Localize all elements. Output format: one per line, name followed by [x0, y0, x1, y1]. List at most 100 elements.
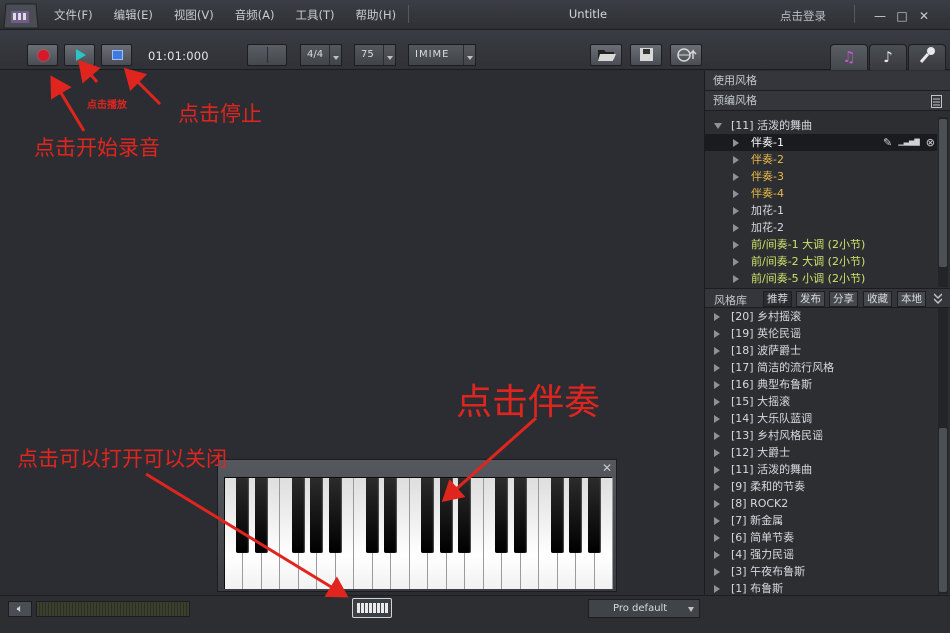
black-key[interactable]: [384, 478, 398, 553]
keyboard-icon-bar: [373, 603, 376, 613]
library-item[interactable]: [13] 乡村风格民谣: [705, 427, 937, 444]
preset-styles-header: 预编风格: [705, 91, 950, 111]
volume-meter[interactable]: [36, 601, 190, 617]
tab-style[interactable]: ♫: [830, 44, 868, 70]
library-item[interactable]: [20] 乡村摇滚: [705, 308, 937, 325]
toolbar: 01:01:000 4/4 75 IMIME ♫ ♪: [0, 30, 950, 70]
style-item[interactable]: 伴奏-2: [705, 151, 937, 168]
menu-audio[interactable]: 音频(A): [235, 7, 275, 23]
black-key[interactable]: [458, 478, 472, 553]
metronome-button[interactable]: [247, 44, 287, 66]
library-item[interactable]: [6] 简单节奏: [705, 529, 937, 546]
stop-annotation: 点击停止: [178, 102, 262, 126]
preset-select[interactable]: Pro default: [588, 599, 700, 618]
tab-favorite[interactable]: 收藏: [863, 291, 892, 307]
black-key[interactable]: [365, 478, 379, 553]
black-key[interactable]: [291, 478, 305, 553]
input-method-select[interactable]: IMIME: [408, 44, 476, 66]
black-key[interactable]: [310, 478, 324, 553]
black-key[interactable]: [495, 478, 509, 553]
tab-vocal[interactable]: [908, 44, 946, 70]
time-signature-select[interactable]: 4/4: [300, 44, 342, 66]
library-item[interactable]: [9] 柔和的节奏: [705, 478, 937, 495]
black-key[interactable]: [513, 478, 527, 553]
document-icon[interactable]: [931, 95, 942, 108]
black-key[interactable]: [236, 478, 250, 553]
library-scrollbar[interactable]: [938, 308, 948, 594]
library-item[interactable]: [3] 午夜布鲁斯: [705, 563, 937, 580]
menu-bar: 文件(F) 编辑(E) 视图(V) 音频(A) 工具(T) 帮助(H): [54, 7, 417, 23]
library-scrollbar-thumb[interactable]: [939, 428, 947, 592]
style-item[interactable]: 前/间奏-5 小调 (2小节): [705, 270, 937, 287]
library-item[interactable]: [19] 英伦民谣: [705, 325, 937, 342]
expand-icon: [714, 415, 720, 423]
library-item-label: [9] 柔和的节奏: [731, 480, 806, 493]
edit-icon[interactable]: ✎: [883, 134, 892, 151]
expand-icon: [733, 258, 739, 266]
style-item-label: 伴奏-4: [751, 187, 784, 200]
style-item[interactable]: 伴奏-1 ✎ ▁▃▅▇ ⊗: [705, 134, 937, 151]
black-key[interactable]: [587, 478, 601, 553]
library-item[interactable]: [18] 波萨爵士: [705, 342, 937, 359]
style-group[interactable]: [11] 活泼的舞曲: [705, 117, 937, 134]
library-item[interactable]: [11] 活泼的舞曲: [705, 461, 937, 478]
speaker-button[interactable]: 🔈︎: [8, 601, 32, 617]
library-item[interactable]: [12] 大爵士: [705, 444, 937, 461]
library-item[interactable]: [16] 典型布鲁斯: [705, 376, 937, 393]
tab-local[interactable]: 本地: [897, 291, 926, 307]
library-item[interactable]: [8] ROCK2: [705, 495, 937, 512]
app-logo-icon[interactable]: [2, 2, 40, 30]
expand-icon: [733, 156, 739, 164]
black-key[interactable]: [569, 478, 583, 553]
upload-button[interactable]: [670, 44, 702, 66]
volume-bars-icon[interactable]: ▁▃▅▇: [898, 134, 920, 151]
tab-publish[interactable]: 发布: [796, 291, 825, 307]
style-item[interactable]: 伴奏-4: [705, 185, 937, 202]
library-item-label: [7] 新金属: [731, 514, 784, 527]
black-key[interactable]: [550, 478, 564, 553]
login-link[interactable]: 点击登录: [780, 8, 826, 24]
preset-scrollbar[interactable]: [938, 117, 948, 287]
remove-icon[interactable]: ⊗: [926, 134, 935, 151]
tab-share[interactable]: 分享: [829, 291, 858, 307]
menu-view[interactable]: 视图(V): [174, 7, 214, 23]
menu-file[interactable]: 文件(F): [54, 7, 93, 23]
library-item[interactable]: [15] 大摇滚: [705, 393, 937, 410]
style-item[interactable]: 前/间奏-2 大调 (2小节): [705, 253, 937, 270]
play-button[interactable]: [64, 44, 95, 66]
save-button[interactable]: [630, 44, 662, 66]
style-item[interactable]: 前/间奏-1 大调 (2小节): [705, 236, 937, 253]
library-item[interactable]: [14] 大乐队蓝调: [705, 410, 937, 427]
library-item[interactable]: [4] 强力民谣: [705, 546, 937, 563]
minimize-button[interactable]: —: [870, 8, 890, 24]
tempo-select[interactable]: 75: [354, 44, 396, 66]
record-button[interactable]: [27, 44, 58, 66]
input-method-value: IMIME: [415, 49, 450, 60]
tab-recommend[interactable]: 推荐: [763, 291, 792, 307]
style-item[interactable]: 加花-2: [705, 219, 937, 236]
black-key[interactable]: [421, 478, 435, 553]
library-item-label: [19] 英伦民谣: [731, 327, 802, 340]
black-key[interactable]: [328, 478, 342, 553]
menu-help[interactable]: 帮助(H): [356, 7, 397, 23]
double-chevron-down-icon[interactable]: [934, 293, 942, 305]
style-item[interactable]: 加花-1: [705, 202, 937, 219]
menu-tools[interactable]: 工具(T): [296, 7, 335, 23]
library-item[interactable]: [7] 新金属: [705, 512, 937, 529]
black-key[interactable]: [254, 478, 268, 553]
open-button[interactable]: [590, 44, 622, 66]
close-icon[interactable]: ✕: [602, 461, 612, 475]
stop-button[interactable]: [101, 44, 132, 66]
style-item[interactable]: 伴奏-3: [705, 168, 937, 185]
keyboard-toggle-button[interactable]: [352, 598, 392, 618]
preset-scrollbar-thumb[interactable]: [939, 119, 947, 267]
menu-divider: [408, 5, 409, 23]
close-button[interactable]: ✕: [914, 8, 934, 24]
menu-edit[interactable]: 编辑(E): [114, 7, 153, 23]
maximize-button[interactable]: □: [892, 8, 912, 24]
tab-score[interactable]: ♪: [869, 44, 907, 70]
library-item[interactable]: [17] 简洁的流行风格: [705, 359, 937, 376]
black-key[interactable]: [439, 478, 453, 553]
style-item-label: 加花-2: [751, 221, 784, 234]
chevron-down-icon: [463, 45, 475, 65]
